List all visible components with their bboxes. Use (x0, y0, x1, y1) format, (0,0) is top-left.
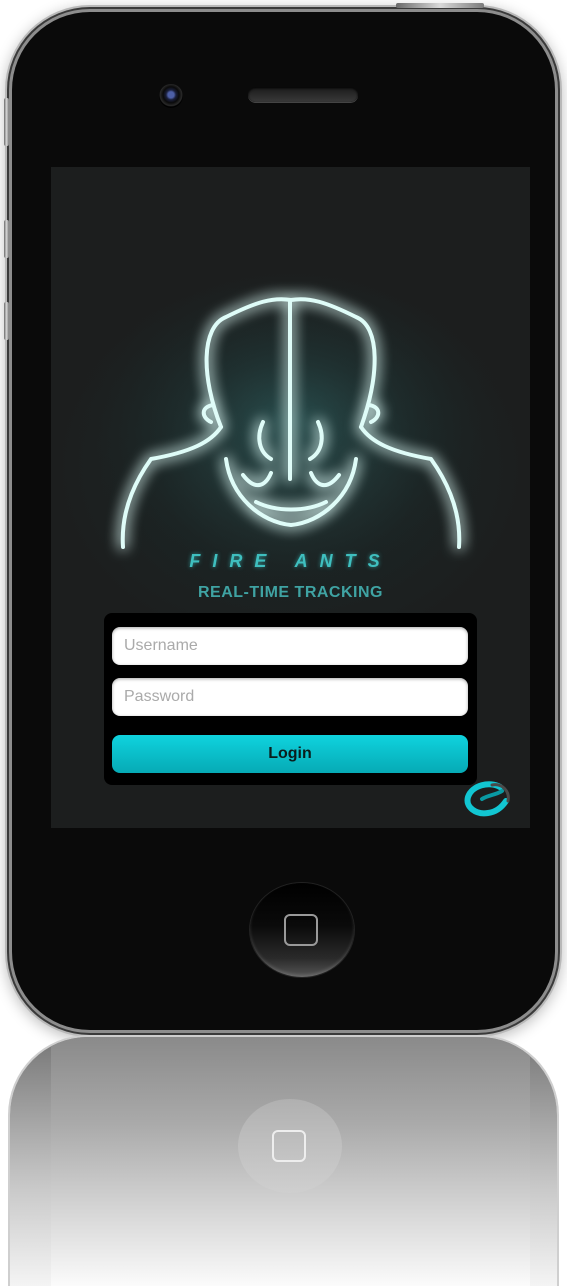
login-form: Login (104, 613, 477, 785)
sleep-button (396, 3, 484, 8)
tagline: REAL-TIME TRACKING (198, 584, 383, 601)
home-square-reflection-icon (272, 1130, 306, 1162)
app-screen: FIRE ANTS REAL-TIME TRACKING Login (51, 167, 530, 828)
login-button[interactable]: Login (112, 735, 468, 773)
company-swirl-icon (464, 781, 510, 817)
phone-reflection (10, 1037, 557, 1286)
silent-switch (4, 98, 9, 146)
earpiece-speaker (248, 87, 358, 102)
username-input[interactable] (112, 627, 468, 665)
password-input[interactable] (112, 678, 468, 716)
brand-name: FIRE ANTS (189, 551, 392, 571)
volume-up-button (4, 220, 9, 258)
front-camera (159, 84, 183, 108)
home-button[interactable] (250, 883, 354, 977)
fire-ant-head-icon (76, 257, 506, 587)
home-button-reflection (238, 1099, 342, 1193)
home-square-icon (284, 914, 318, 946)
volume-down-button (4, 302, 9, 340)
